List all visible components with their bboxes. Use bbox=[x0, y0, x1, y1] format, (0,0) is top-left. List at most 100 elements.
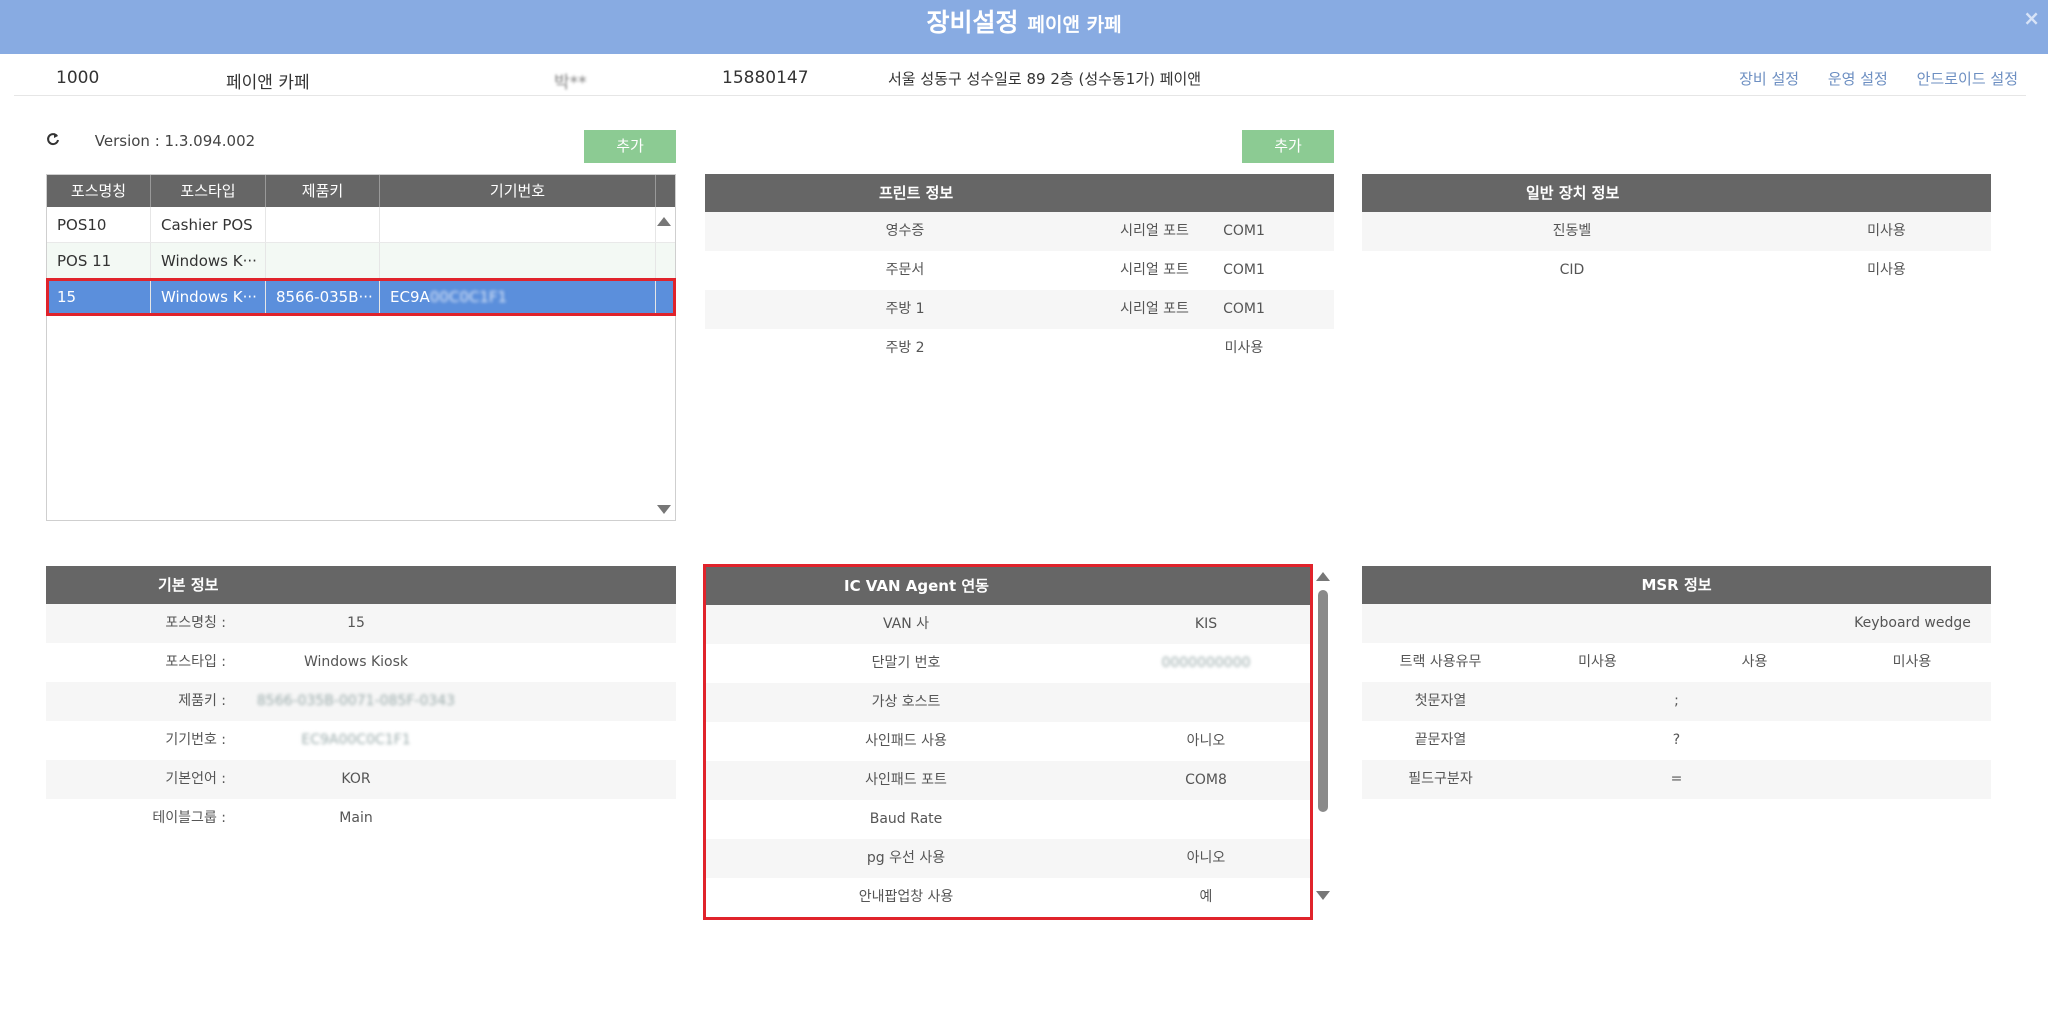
cell-pos-type: Windows K··· bbox=[151, 279, 266, 314]
store-name: 페이앤 카페 bbox=[226, 73, 310, 93]
device-name: 진동벨 bbox=[1552, 223, 1592, 239]
list-item[interactable]: 단말기 번호 0000000000 bbox=[706, 644, 1310, 683]
print-name: 주문서 bbox=[885, 262, 925, 278]
list-item[interactable]: pg 우선 사용 아니오 bbox=[706, 839, 1310, 878]
list-item[interactable]: Keyboard wedge bbox=[1362, 604, 1991, 643]
field-value: KOR bbox=[341, 771, 371, 787]
scroll-thumb[interactable] bbox=[1318, 590, 1328, 812]
col-pos-type: 포스타입 bbox=[151, 175, 266, 207]
table-row[interactable]: POS 11 Windows K··· bbox=[47, 243, 675, 279]
list-item[interactable]: 트랙 사용유무 미사용 사용 미사용 bbox=[1362, 643, 1991, 682]
van-field-label: Baud Rate bbox=[869, 811, 943, 827]
list-item[interactable]: 안내팝업창 사용 예 bbox=[706, 878, 1310, 917]
scroll-down-icon[interactable] bbox=[657, 505, 671, 514]
van-field-label: 단말기 번호 bbox=[871, 655, 941, 671]
cell-device-number bbox=[380, 207, 656, 242]
list-item: 기본언어 : KOR bbox=[46, 760, 676, 799]
cell-pos-type: Cashier POS bbox=[151, 207, 266, 242]
window-title: 장비설정 bbox=[926, 8, 1019, 37]
field-value: Windows Kiosk bbox=[304, 654, 408, 670]
device-status: 미사용 bbox=[1867, 223, 1906, 239]
cell-pos-name: POS 11 bbox=[47, 243, 151, 278]
basic-info-title: 기본 정보 bbox=[46, 566, 676, 604]
msr-field-label: 트랙 사용유무 bbox=[1399, 654, 1482, 670]
ic-van-title: IC VAN Agent 연동 bbox=[706, 567, 1310, 605]
field-label: 기기번호 : bbox=[165, 732, 226, 748]
list-item: 테이블그룹 : Main bbox=[46, 799, 676, 838]
link-operation-settings[interactable]: 운영 설정 bbox=[1828, 70, 1888, 88]
field-value-masked: 8566-035B-0071-085F-0343 bbox=[256, 693, 456, 709]
list-item[interactable]: 가상 호스트 bbox=[706, 683, 1310, 722]
table-row-selected[interactable]: 15 Windows K··· 8566-035B··· EC9A00C0C1F… bbox=[46, 278, 676, 316]
list-item[interactable]: Baud Rate bbox=[706, 800, 1310, 839]
table-row[interactable]: POS10 Cashier POS bbox=[47, 207, 675, 243]
pos-table-header: 포스명칭 포스타입 제품키 기기번호 bbox=[47, 175, 675, 207]
van-field-value: COM8 bbox=[1185, 772, 1227, 788]
cell-device-number bbox=[380, 243, 656, 278]
refresh-icon[interactable] bbox=[46, 131, 62, 150]
list-item[interactable]: 사인패드 사용 아니오 bbox=[706, 722, 1310, 761]
add-print-button[interactable]: 추가 bbox=[1242, 130, 1334, 163]
list-item[interactable]: 필드구분자 = bbox=[1362, 760, 1991, 799]
list-item[interactable]: CID 미사용 bbox=[1362, 251, 1991, 290]
cell-product-key: 8566-035B··· bbox=[266, 279, 380, 314]
scroll-track[interactable] bbox=[1318, 590, 1328, 876]
version-label: Version : 1.3.094.002 bbox=[94, 132, 256, 150]
list-item[interactable]: 주방 2 미사용 bbox=[705, 329, 1334, 368]
list-item[interactable]: 진동벨 미사용 bbox=[1362, 212, 1991, 251]
col-device-number: 기기번호 bbox=[380, 175, 656, 207]
col-pos-name: 포스명칭 bbox=[47, 175, 151, 207]
list-item[interactable]: 첫문자열 ; bbox=[1362, 682, 1991, 721]
msr-field-value: = bbox=[1670, 771, 1683, 787]
list-item: 기기번호 : EC9A00C0C1F1 bbox=[46, 721, 676, 760]
msr-track-2: 사용 bbox=[1741, 654, 1768, 670]
add-pos-button[interactable]: 추가 bbox=[584, 130, 676, 163]
van-field-value bbox=[1106, 683, 1306, 722]
field-label: 제품키 : bbox=[178, 693, 226, 709]
msr-field-value: ; bbox=[1674, 693, 1679, 709]
general-device-title: 일반 장치 정보 bbox=[1362, 174, 1991, 212]
field-label: 테이블그룹 : bbox=[152, 810, 226, 826]
device-name: CID bbox=[1559, 262, 1585, 278]
list-item[interactable]: VAN 사 KIS bbox=[706, 605, 1310, 644]
store-address: 서울 성동구 성수일로 89 2층 (성수동1가) 페이앤 bbox=[888, 70, 1202, 88]
cell-product-key bbox=[266, 243, 380, 278]
window-subtitle: 페이앤 카페 bbox=[1027, 14, 1122, 36]
van-field-label: 사인패드 사용 bbox=[865, 733, 947, 749]
window-titlebar: 장비설정 페이앤 카페 × bbox=[0, 0, 2048, 54]
scroll-up-icon[interactable] bbox=[657, 217, 671, 226]
van-field-label: 가상 호스트 bbox=[871, 694, 941, 710]
field-value: 15 bbox=[347, 615, 365, 631]
van-field-value: KIS bbox=[1194, 616, 1218, 632]
list-item[interactable]: 주문서 시리얼 포트 COM1 bbox=[705, 251, 1334, 290]
list-item: 포스명칭 : 15 bbox=[46, 604, 676, 643]
device-status: 미사용 bbox=[1867, 262, 1906, 278]
print-port-type bbox=[1105, 329, 1204, 368]
van-field-value: 아니오 bbox=[1186, 733, 1226, 749]
field-label: 포스타입 : bbox=[165, 654, 226, 670]
van-field-value: 예 bbox=[1199, 889, 1213, 905]
print-name: 영수증 bbox=[885, 223, 925, 239]
print-info-title: 프린트 정보 bbox=[705, 174, 1334, 212]
list-item[interactable]: 사인패드 포트 COM8 bbox=[706, 761, 1310, 800]
close-icon[interactable]: × bbox=[2023, 6, 2040, 30]
van-field-label: 사인패드 포트 bbox=[865, 772, 947, 788]
msr-field-label: 첫문자열 bbox=[1414, 693, 1467, 709]
scroll-down-icon[interactable] bbox=[1316, 891, 1330, 900]
col-product-key: 제품키 bbox=[266, 175, 380, 207]
link-device-settings[interactable]: 장비 설정 bbox=[1739, 70, 1799, 88]
msr-field-value: ? bbox=[1672, 732, 1681, 748]
print-port-type: 시리얼 포트 bbox=[1120, 301, 1189, 317]
link-android-settings[interactable]: 안드로이드 설정 bbox=[1917, 70, 2018, 88]
general-device-panel: 일반 장치 정보 진동벨 미사용 CID 미사용 bbox=[1362, 174, 1991, 290]
print-port: 미사용 bbox=[1224, 340, 1264, 356]
settings-links: 장비 설정 운영 설정 안드로이드 설정 bbox=[1715, 68, 2018, 89]
ic-van-scrollbar[interactable] bbox=[1316, 568, 1330, 904]
list-item[interactable]: 끝문자열 ? bbox=[1362, 721, 1991, 760]
list-item[interactable]: 주방 1 시리얼 포트 COM1 bbox=[705, 290, 1334, 329]
list-item[interactable]: 영수증 시리얼 포트 COM1 bbox=[705, 212, 1334, 251]
scroll-up-icon[interactable] bbox=[1316, 572, 1330, 581]
store-phone: 15880147 bbox=[722, 68, 809, 88]
msr-input-mode: Keyboard wedge bbox=[1854, 615, 1971, 631]
msr-track-1: 미사용 bbox=[1578, 654, 1617, 670]
